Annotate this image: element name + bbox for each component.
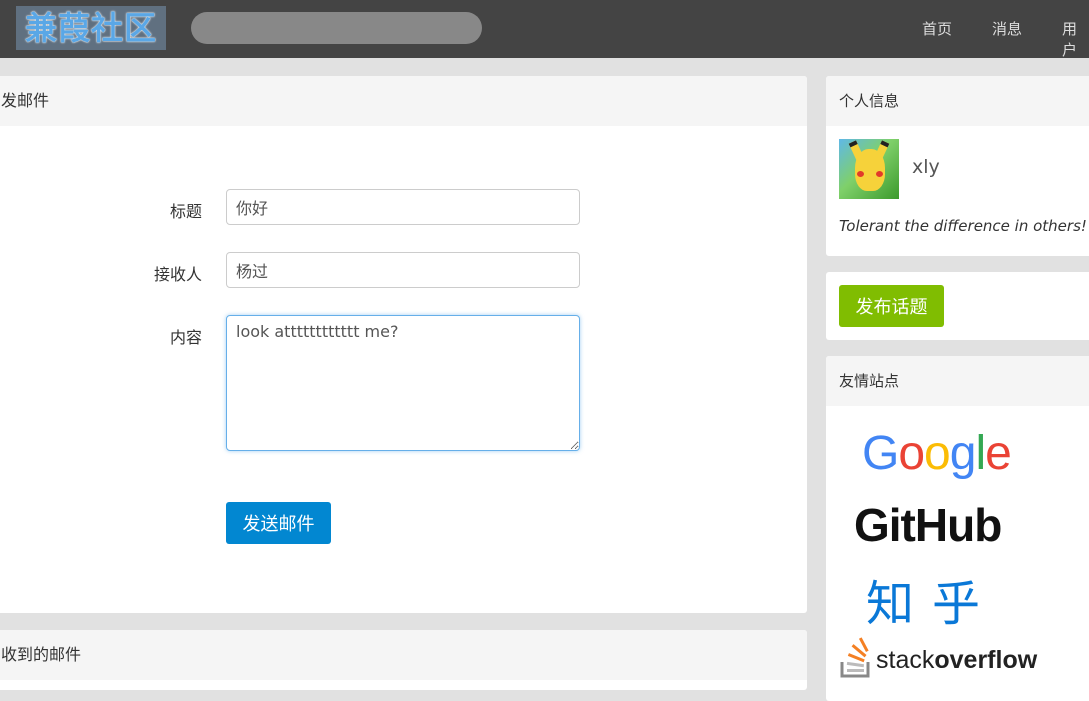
profile-panel: 个人信息 xly Tolerant the difference in othe… — [826, 76, 1089, 256]
received-mail-panel: 收到的邮件 — [0, 630, 807, 690]
subject-field[interactable] — [226, 189, 580, 225]
google-letter: e — [985, 427, 1012, 480]
pikachu-avatar-icon — [855, 149, 885, 191]
github-link[interactable]: GitHub — [854, 498, 1002, 552]
recipient-label: 接收人 — [153, 265, 202, 284]
google-link[interactable]: Google — [862, 426, 1012, 481]
stackoverflow-stack-icon — [840, 637, 870, 678]
friend-links-title: 友情站点 — [826, 356, 1089, 406]
google-letter: o — [924, 427, 951, 480]
username[interactable]: xly — [912, 156, 940, 178]
nav-users[interactable]: 用户 — [1062, 18, 1089, 60]
profile-panel-title: 个人信息 — [826, 76, 1089, 126]
google-letter: o — [898, 427, 925, 480]
top-navbar: 兼葭社区 首页 消息 用户 — [0, 0, 1089, 60]
google-letter: l — [975, 427, 986, 480]
site-logo[interactable]: 兼葭社区 — [16, 6, 166, 50]
stackoverflow-logo-text: stackoverflow — [876, 646, 1038, 674]
friend-links-panel: 友情站点 Google GitHub 知乎 stackoverflow — [826, 356, 1089, 701]
nav-home[interactable]: 首页 — [922, 18, 952, 39]
inbox-panel-title: 收到的邮件 — [0, 630, 807, 680]
zhihu-link[interactable]: 知乎 — [866, 564, 998, 634]
zhihu-logo: 知乎 — [866, 576, 999, 632]
publish-panel: 发布话题 — [826, 272, 1089, 340]
google-logo: Google — [862, 427, 1012, 480]
compose-panel-title: 发邮件 — [0, 76, 807, 126]
subject-label: 标题 — [169, 202, 202, 221]
content-label: 内容 — [169, 328, 202, 347]
user-motto: Tolerant the difference in others! — [839, 217, 1087, 235]
search-input[interactable] — [191, 12, 482, 44]
recipient-field[interactable] — [226, 252, 580, 288]
send-mail-button[interactable]: 发送邮件 — [226, 502, 331, 544]
content-textarea[interactable]: look atttttttttttt me? — [226, 315, 580, 451]
google-letter: g — [949, 427, 977, 480]
logo-text: 兼葭社区 — [24, 9, 157, 47]
stackoverflow-link[interactable]: stackoverflow — [840, 636, 1037, 680]
github-logo: GitHub — [854, 499, 1002, 551]
publish-topic-button[interactable]: 发布话题 — [839, 285, 944, 327]
avatar[interactable] — [839, 139, 899, 199]
google-letter: G — [862, 427, 899, 480]
nav-messages[interactable]: 消息 — [992, 18, 1022, 39]
compose-mail-panel: 发邮件 标题 接收人 内容 look atttttttttttt me? 发送邮… — [0, 76, 807, 613]
